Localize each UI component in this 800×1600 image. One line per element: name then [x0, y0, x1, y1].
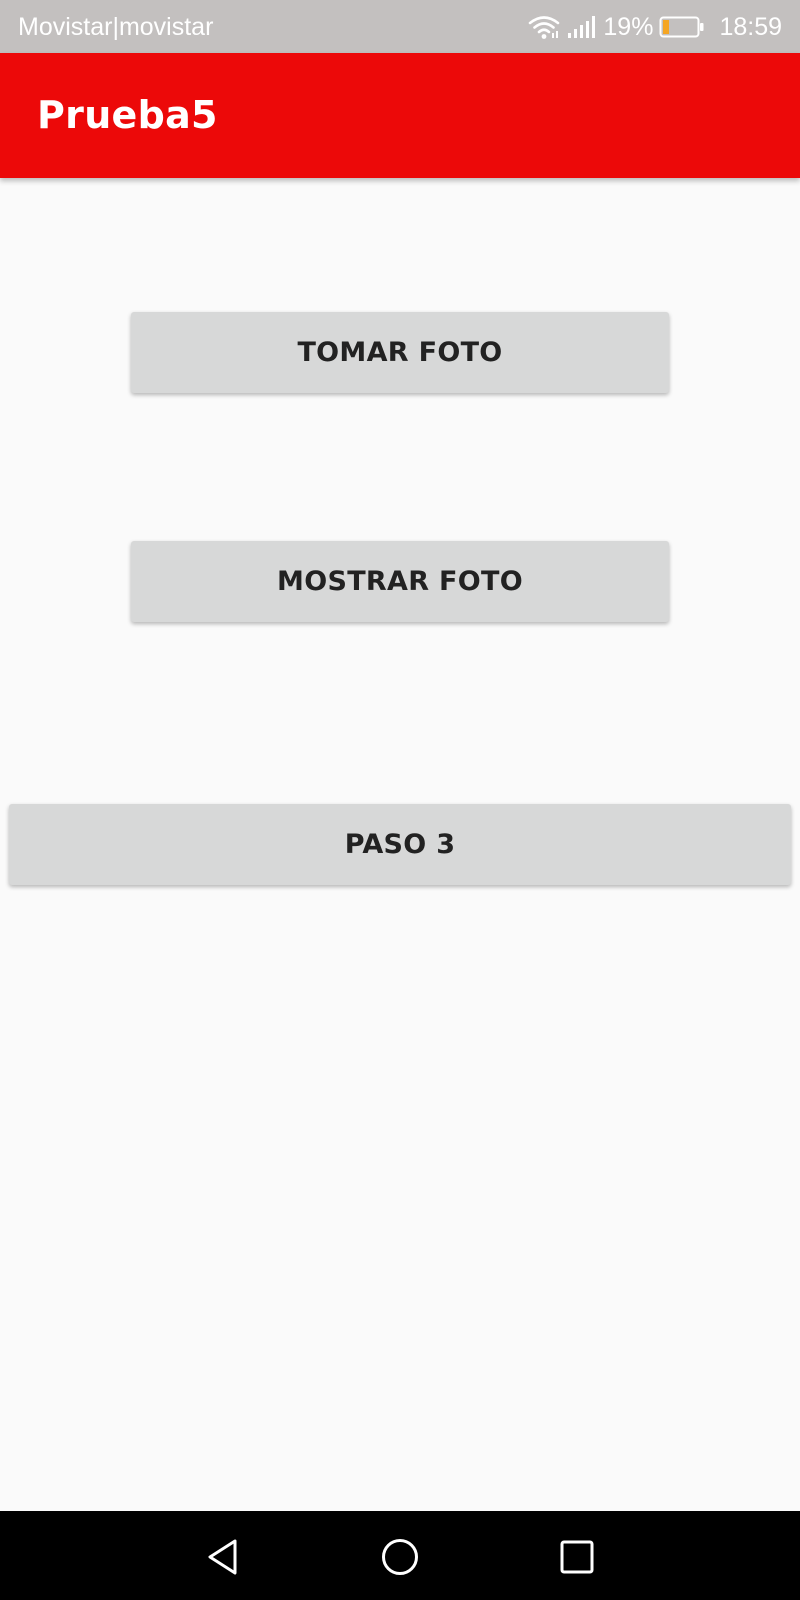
take-photo-button[interactable]: TOMAR FOTO: [131, 312, 669, 393]
battery-icon: [659, 15, 705, 39]
app-screen: Movistar|movistar 19% 18:59 Prueba5 TOMA…: [0, 0, 800, 1600]
clock: 18:59: [719, 13, 782, 41]
home-icon[interactable]: [372, 1529, 428, 1585]
navigation-bar: [0, 1511, 800, 1600]
back-icon[interactable]: [196, 1529, 252, 1585]
status-bar: Movistar|movistar 19% 18:59: [0, 0, 800, 53]
recents-icon[interactable]: [549, 1529, 605, 1585]
app-title: Prueba5: [37, 93, 218, 137]
carrier-name: Movistar|movistar: [18, 13, 214, 41]
wifi-icon: [527, 14, 561, 40]
show-photo-button[interactable]: MOSTRAR FOTO: [131, 541, 669, 622]
app-bar: Prueba5: [0, 53, 800, 178]
step-3-button[interactable]: PASO 3: [9, 804, 791, 885]
signal-icon: [567, 14, 597, 40]
battery-percentage: 19%: [603, 13, 654, 41]
status-indicators: 19% 18:59: [527, 12, 782, 42]
